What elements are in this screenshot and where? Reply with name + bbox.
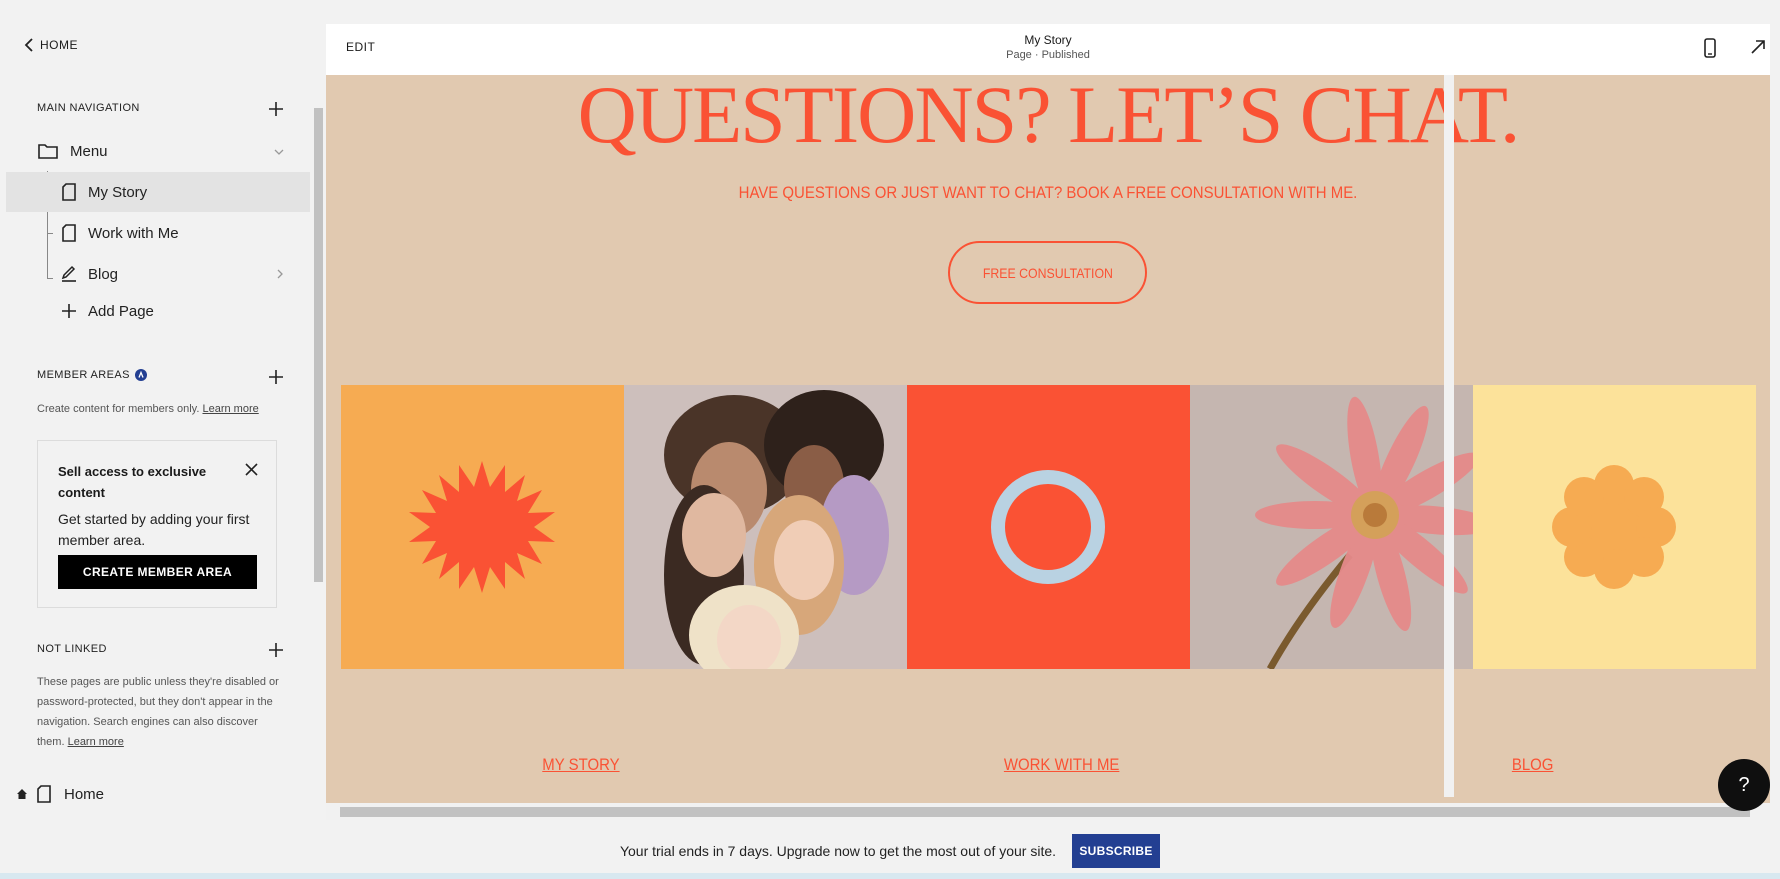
learn-more-link[interactable]: Learn more bbox=[68, 736, 124, 748]
footer-link-blog[interactable]: BLOG bbox=[1512, 755, 1554, 775]
preview-vertical-scrollbar[interactable] bbox=[1444, 75, 1454, 797]
window-bottom-edge bbox=[0, 873, 1780, 879]
women-photo bbox=[624, 385, 907, 669]
page-icon bbox=[34, 784, 54, 804]
close-promo-button[interactable] bbox=[245, 463, 258, 481]
page-icon bbox=[59, 223, 79, 243]
sidebar-item-my-story[interactable]: My Story bbox=[6, 172, 310, 212]
back-home-label: HOME bbox=[40, 38, 78, 52]
chevron-right-icon[interactable] bbox=[276, 266, 284, 283]
promo-body: Get started by adding your first member … bbox=[58, 511, 250, 548]
close-icon bbox=[245, 463, 258, 476]
promo-title: Sell access to exclusive content bbox=[58, 464, 207, 500]
add-not-linked-button[interactable] bbox=[267, 641, 285, 659]
blog-icon bbox=[59, 264, 79, 284]
preview-horizontal-scrollbar[interactable] bbox=[326, 803, 1770, 820]
member-areas-description: Create content for members only. Learn m… bbox=[37, 399, 259, 419]
preview-scroll-thumb[interactable] bbox=[340, 807, 1750, 817]
not-linked-line: them. bbox=[37, 736, 65, 748]
sidebar-item-home[interactable]: Home bbox=[6, 774, 310, 810]
subheadline: HAVE QUESTIONS OR JUST WANT TO CHAT? BOO… bbox=[738, 183, 1358, 202]
mobile-icon bbox=[1704, 38, 1716, 58]
chevron-left-icon bbox=[24, 38, 33, 52]
tile-ring bbox=[907, 385, 1190, 669]
member-areas-desc-text: Create content for members only. bbox=[37, 403, 200, 415]
create-member-area-button[interactable]: CREATE MEMBER AREA bbox=[58, 555, 257, 589]
tile-flower-shape bbox=[1473, 385, 1756, 669]
site-canvas: QUESTIONS? LET’S CHAT. HAVE QUESTIONS OR… bbox=[326, 75, 1770, 803]
page-status: Page · Published bbox=[1006, 49, 1090, 61]
footer-link-work-with-me[interactable]: WORK WITH ME bbox=[1004, 755, 1120, 775]
not-linked-line: password-protected, but they don't appea… bbox=[37, 696, 273, 708]
mobile-preview-button[interactable] bbox=[1704, 38, 1716, 63]
sidebar-item-label: Home bbox=[64, 785, 105, 803]
learn-more-link[interactable]: Learn more bbox=[202, 403, 258, 415]
sidebar-scrollbar[interactable] bbox=[312, 96, 324, 816]
scalloped-shape bbox=[1552, 465, 1676, 589]
sidebar-item-label: Blog bbox=[88, 265, 119, 283]
fullscreen-button[interactable] bbox=[1750, 39, 1766, 60]
sidebar-item-label: Menu bbox=[70, 142, 108, 160]
member-areas-header: MEMBER AREAS bbox=[37, 369, 147, 381]
sidebar-scroll-thumb[interactable] bbox=[314, 108, 323, 582]
member-area-promo-card: Sell access to exclusive content Get sta… bbox=[37, 440, 277, 608]
sidebar-item-blog[interactable]: Blog bbox=[6, 254, 310, 294]
folder-icon bbox=[38, 141, 58, 161]
add-page-button[interactable]: Add Page bbox=[6, 291, 310, 331]
page-title: My Story bbox=[1024, 33, 1072, 47]
chevron-down-icon[interactable] bbox=[274, 143, 284, 160]
page-preview: EDIT My Story Page · Published QUESTIONS… bbox=[326, 24, 1770, 820]
main-navigation-title: MAIN NAVIGATION bbox=[37, 102, 140, 114]
add-member-area-button[interactable] bbox=[267, 368, 285, 386]
trial-message: Your trial ends in 7 days. Upgrade now t… bbox=[619, 842, 1057, 859]
photo-women bbox=[624, 385, 907, 669]
starburst-shape bbox=[409, 461, 555, 593]
sidebar-item-work-with-me[interactable]: Work with Me bbox=[6, 213, 310, 253]
sidebar-item-label: Work with Me bbox=[88, 224, 179, 242]
add-page-label: Add Page bbox=[88, 302, 154, 320]
headline: QUESTIONS? LET’S CHAT. bbox=[577, 75, 1521, 160]
home-icon bbox=[16, 784, 28, 804]
plus-icon bbox=[269, 643, 283, 657]
not-linked-title: NOT LINKED bbox=[37, 643, 107, 655]
page-icon bbox=[59, 182, 79, 202]
ring-shape bbox=[991, 470, 1105, 584]
not-linked-description: These pages are public unless they're di… bbox=[37, 672, 287, 752]
member-areas-title: MEMBER AREAS bbox=[37, 369, 130, 381]
lock-badge-icon bbox=[134, 369, 147, 381]
footer-link-my-story[interactable]: MY STORY bbox=[542, 755, 619, 775]
help-button[interactable]: ? bbox=[1718, 759, 1770, 811]
plus-icon bbox=[59, 301, 79, 321]
image-tiles bbox=[341, 385, 1757, 669]
free-consultation-button[interactable]: FREE CONSULTATION bbox=[948, 241, 1147, 304]
sidebar-item-label: My Story bbox=[88, 183, 148, 201]
photo-flower bbox=[1190, 385, 1473, 669]
flower-photo bbox=[1190, 385, 1473, 669]
cta-label: FREE CONSULTATION bbox=[982, 264, 1113, 281]
plus-icon bbox=[269, 370, 283, 384]
sidebar: HOME MAIN NAVIGATION Menu My Story Work … bbox=[0, 0, 324, 810]
add-main-nav-button[interactable] bbox=[267, 100, 285, 118]
trial-banner: Your trial ends in 7 days. Upgrade now t… bbox=[0, 828, 1780, 873]
back-home-link[interactable]: HOME bbox=[24, 38, 78, 52]
plus-icon bbox=[269, 102, 283, 116]
not-linked-line: navigation. Search engines can also disc… bbox=[37, 716, 258, 728]
sidebar-item-menu[interactable]: Menu bbox=[6, 131, 310, 171]
subscribe-button[interactable]: SUBSCRIBE bbox=[1072, 833, 1161, 868]
tile-starburst bbox=[341, 385, 624, 669]
not-linked-line: These pages are public unless they're di… bbox=[37, 676, 279, 688]
expand-icon bbox=[1751, 40, 1765, 54]
preview-topbar: EDIT My Story Page · Published bbox=[326, 24, 1770, 75]
